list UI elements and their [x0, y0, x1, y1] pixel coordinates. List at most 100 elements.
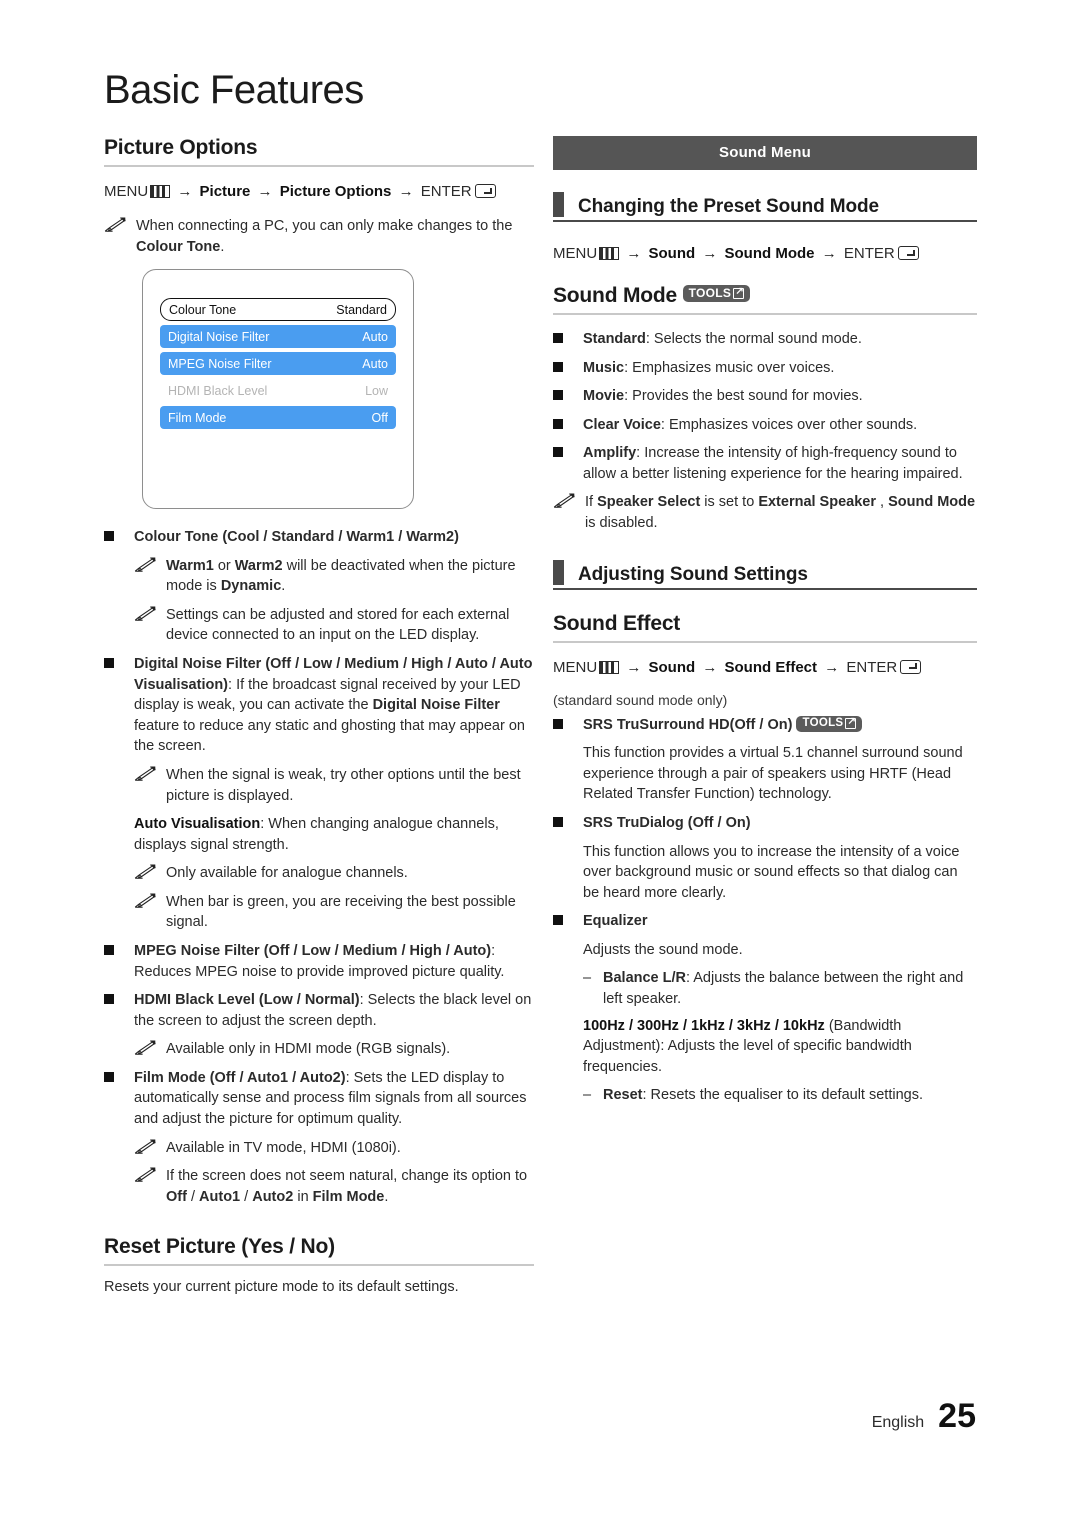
- menu-icon: [599, 247, 620, 260]
- note-text-part-1: When connecting a PC, you can only make …: [136, 218, 513, 234]
- osd-row-film-mode[interactable]: Film Mode Off: [160, 406, 396, 430]
- square-bullet: [553, 386, 583, 407]
- note-bold-colour-tone: Colour Tone: [136, 238, 221, 255]
- pencil-icon: [553, 493, 575, 509]
- pencil-note-icon: [134, 765, 166, 806]
- section-adjusting-sound-settings: Adjusting Sound Settings: [553, 559, 977, 590]
- film-note2-film-mode: Film Mode: [312, 1188, 385, 1205]
- note-disabled: is disabled.: [585, 515, 658, 532]
- note-period: .: [281, 578, 286, 595]
- picture-options-heading: Picture Options: [104, 136, 534, 167]
- film-note2-sep2: /: [240, 1188, 253, 1205]
- film-note-2: If the screen does not seem natural, cha…: [134, 1166, 534, 1207]
- square-bullet: [104, 941, 134, 982]
- reset-picture-heading: Reset Picture (Yes / No): [104, 1235, 534, 1267]
- mode-name-movie: Movie: [583, 388, 625, 405]
- sound-mode-music: Music: Emphasizes music over voices.: [553, 358, 977, 379]
- sound-effect-heading: Sound Effect: [553, 612, 977, 643]
- srs-trusurround-title: SRS TruSurround HD(Off / On): [583, 716, 793, 733]
- item-srs-trusurround: SRS TruSurround HD(Off / On) TOOLS: [553, 715, 977, 736]
- tools-badge-label: TOOLS: [688, 286, 732, 300]
- picture-options-osd-mock: Colour Tone Standard Digital Noise Filte…: [142, 269, 414, 510]
- mode-desc-clear-voice: : Emphasizes voices over other sounds.: [660, 416, 918, 433]
- film-note2-auto2: Auto2: [252, 1188, 294, 1205]
- path-arrow-3: →: [398, 183, 414, 200]
- dynamic-bold: Dynamic: [220, 578, 282, 595]
- pencil-icon: [134, 864, 156, 880]
- path-arrow-1: →: [626, 245, 642, 262]
- path-step-sound: Sound: [648, 245, 696, 262]
- sound-mode-amplify: Amplify: Increase the intensity of high-…: [553, 443, 977, 484]
- enter-icon: [897, 246, 919, 260]
- mode-name-music: Music: [583, 359, 625, 376]
- tools-badge[interactable]: TOOLS: [682, 285, 751, 302]
- mode-name-clear-voice: Clear Voice: [583, 416, 661, 433]
- film-note2-text-a: If the screen does not seem natural, cha…: [166, 1168, 528, 1185]
- item-colour-tone: Colour Tone (Cool / Standard / Warm1 / W…: [104, 527, 534, 548]
- mode-name-amplify: Amplify: [583, 445, 637, 462]
- tools-arrow-icon: [845, 716, 857, 729]
- equalizer-bandwidth-para: 100Hz / 300Hz / 1kHz / 3kHz / 10kHz (Ban…: [583, 1016, 977, 1078]
- pencil-icon: [134, 893, 156, 908]
- osd-row-digital-noise-filter[interactable]: Digital Noise Filter Auto: [160, 325, 396, 349]
- osd-label-film-mode: Film Mode: [168, 410, 227, 425]
- pencil-icon: [134, 1167, 156, 1183]
- srs-trusurround-body: This function provides a virtual 5.1 cha…: [583, 745, 963, 803]
- enter-label: ENTER: [843, 245, 895, 262]
- osd-label-digital-noise-filter: Digital Noise Filter: [168, 329, 270, 344]
- warm2-bold: Warm2: [234, 557, 283, 574]
- note-comma: ,: [876, 494, 889, 511]
- pencil-note-icon: [104, 216, 136, 257]
- note-speaker-select: Speaker Select: [597, 494, 701, 511]
- warm1-bold: Warm1: [166, 557, 214, 574]
- pencil-note-icon: [134, 892, 166, 933]
- item-equalizer: Equalizer: [553, 911, 977, 932]
- film-note-1: Available in TV mode, HDMI (1080i).: [134, 1138, 534, 1159]
- path-step-sound-mode: Sound Mode: [724, 245, 815, 262]
- sound-effect-menu-path: MENU → Sound → Sound Effect → ENTER: [553, 657, 977, 678]
- menu-icon: [599, 660, 620, 674]
- film-note2-sep1: /: [186, 1188, 200, 1205]
- menu-label: MENU: [104, 183, 149, 200]
- auto-visualisation-note-2: When bar is green, you are receiving the…: [134, 892, 534, 933]
- square-bullet: [104, 1068, 134, 1130]
- colour-tone-title: Colour Tone (Cool / Standard / Warm1 / W…: [134, 529, 459, 546]
- left-column: Picture Options MENU → Picture → Picture…: [104, 136, 534, 1306]
- pencil-note-icon: [553, 492, 585, 533]
- pencil-icon: [134, 606, 156, 621]
- reset-text: : Resets the equaliser to its default se…: [642, 1087, 923, 1104]
- path-arrow-1: →: [177, 183, 193, 200]
- standard-sound-mode-only-note: (standard sound mode only): [553, 691, 728, 708]
- reset-picture-body: Resets your current picture mode to its …: [104, 1279, 459, 1296]
- enter-icon: [900, 659, 922, 674]
- dnf-note-text: When the signal is weak, try other optio…: [166, 766, 521, 804]
- item-film-mode: Film Mode (Off / Auto1 / Auto2): Sets th…: [104, 1068, 534, 1130]
- enter-label: ENTER: [420, 183, 472, 200]
- hdmi-note-text: Available only in HDMI mode (RGB signals…: [166, 1041, 451, 1058]
- footer-page-number: 25: [938, 1397, 976, 1435]
- osd-value-film-mode: Off: [371, 410, 388, 425]
- page-footer: English 25: [872, 1397, 976, 1436]
- pencil-icon: [134, 766, 156, 781]
- colour-tone-note-2: Settings can be adjusted and stored for …: [134, 605, 534, 646]
- dnf-body-bold: Digital Noise Filter: [372, 697, 500, 714]
- note-is-set-to: is set to: [700, 494, 759, 511]
- item-mpeg-noise-filter: MPEG Noise Filter (Off / Low / Medium / …: [104, 941, 534, 982]
- path-arrow-3: →: [824, 658, 840, 676]
- osd-row-mpeg-noise-filter[interactable]: MPEG Noise Filter Auto: [160, 352, 396, 376]
- tools-badge[interactable]: TOOLS: [796, 715, 863, 733]
- equalizer-title: Equalizer: [583, 913, 648, 930]
- tools-arrow-icon: [733, 286, 745, 299]
- note-conj: or: [213, 557, 235, 574]
- osd-label-colour-tone: Colour Tone: [169, 302, 237, 317]
- note-if: If: [585, 494, 598, 511]
- bandwidth-bold: 100Hz / 300Hz / 1kHz / 3kHz / 10kHz: [583, 1017, 825, 1034]
- sound-mode-menu-path: MENU → Sound → Sound Mode → ENTER: [553, 243, 977, 264]
- auto-visualisation-note-2-text: When bar is green, you are receiving the…: [166, 893, 516, 931]
- osd-value-colour-tone: Standard: [336, 302, 387, 317]
- auto-visualisation-para: Auto Visualisation: When changing analog…: [134, 814, 534, 855]
- osd-row-colour-tone[interactable]: Colour Tone Standard: [160, 298, 396, 322]
- section-marker-bar: [553, 559, 564, 585]
- pencil-icon: [134, 557, 156, 572]
- osd-label-hdmi-black-level: HDMI Black Level: [168, 383, 268, 398]
